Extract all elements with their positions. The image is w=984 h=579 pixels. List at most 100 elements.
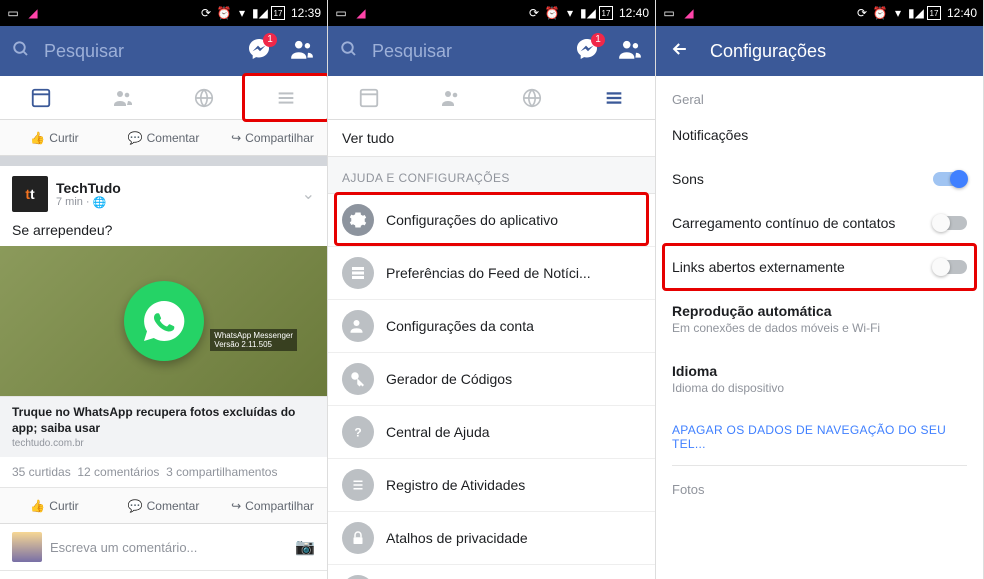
wa-version-label: WhatsApp MessengerVersão 2.11.505 (210, 329, 297, 351)
feed-gap (0, 156, 327, 166)
nav-tabs (328, 76, 655, 120)
highlight-external-links (662, 243, 977, 291)
status-bar: ▭ ◢ ⟳ ⏰ ▾ ▮◢ 17 12:40 (656, 0, 983, 26)
battery-icon: 17 (271, 6, 285, 20)
related-links[interactable]: 1 links relacionados (0, 570, 327, 579)
avatar[interactable]: tt (12, 176, 48, 212)
key-icon (342, 363, 374, 395)
friend-requests-icon[interactable] (289, 36, 315, 67)
search-icon[interactable] (12, 40, 32, 63)
badge-count: 1 (263, 33, 277, 47)
section-general: Geral (656, 76, 983, 113)
comment-button[interactable]: 💬Comentar (109, 120, 218, 155)
whatsapp-icon (124, 281, 204, 361)
tab-notifications[interactable] (492, 76, 574, 119)
tab-newsfeed[interactable] (0, 76, 82, 119)
messenger-icon[interactable]: 1 (247, 37, 271, 66)
share-icon: ↪ (231, 131, 241, 145)
settings-sounds[interactable]: Sons (656, 157, 983, 201)
person-gear-icon (342, 310, 374, 342)
app-icon: ◢ (354, 6, 368, 20)
tab-friends[interactable] (410, 76, 492, 119)
badge-count: 1 (591, 33, 605, 47)
share-icon: ↪ (231, 499, 241, 513)
document-icon (342, 575, 374, 579)
menu-item-feed-prefs[interactable]: Preferências do Feed de Notíci... (328, 247, 655, 300)
list-icon (342, 469, 374, 501)
tab-friends[interactable] (82, 76, 164, 119)
post-text: Se arrependeu? (0, 222, 327, 246)
see-all-button[interactable]: Ver tudo (328, 120, 655, 157)
alarm-icon: ⏰ (217, 6, 231, 20)
share-button[interactable]: ↪Compartilhar (218, 488, 327, 523)
screen-feed: ▭ ◢ ⟳ ⏰ ▾ ▮◢ 17 12:39 Pesquisar 1 (0, 0, 328, 579)
search-input[interactable]: Pesquisar (372, 41, 575, 62)
menu-item-activity-log[interactable]: Registro de Atividades (328, 459, 655, 512)
back-icon[interactable] (670, 39, 690, 64)
comment-button[interactable]: 💬Comentar (109, 488, 218, 523)
notif-icon: ▭ (6, 6, 20, 20)
link-card[interactable]: Truque no WhatsApp recupera fotos excluí… (0, 396, 327, 457)
sync-icon: ⟳ (199, 6, 213, 20)
settings-language[interactable]: Idioma Idioma do dispositivo (656, 349, 983, 409)
feed-icon (342, 257, 374, 289)
highlight-app-settings (334, 192, 649, 246)
settings-contacts-sync[interactable]: Carregamento contínuo de contatos (656, 201, 983, 245)
menu-item-code-generator[interactable]: Gerador de Códigos (328, 353, 655, 406)
user-avatar[interactable] (12, 532, 42, 562)
like-button[interactable]: 👍Curtir (0, 488, 109, 523)
page-title: Configurações (710, 41, 826, 62)
settings-header: Configurações (656, 26, 983, 76)
screen-menu: ▭ ◢ ⟳ ⏰ ▾ ▮◢ 17 12:40 Pesquisar 1 (328, 0, 656, 579)
search-icon[interactable] (340, 40, 360, 63)
signal-icon: ▮◢ (909, 6, 923, 20)
section-photos: Fotos (656, 466, 983, 503)
toggle-contacts[interactable] (933, 216, 967, 230)
camera-icon[interactable]: 📷 (295, 537, 315, 557)
tab-notifications[interactable] (164, 76, 246, 119)
menu-item-help-center[interactable]: ? Central de Ajuda (328, 406, 655, 459)
menu-item-terms[interactable]: Termos & Políticas (328, 565, 655, 579)
nav-tabs (0, 76, 327, 120)
globe-icon: 🌐 (93, 196, 107, 209)
settings-notifications[interactable]: Notificações (656, 113, 983, 157)
battery-icon: 17 (927, 6, 941, 20)
post-time: 7 min · 🌐 (56, 196, 294, 209)
messenger-icon[interactable]: 1 (575, 37, 599, 66)
search-input[interactable]: Pesquisar (44, 41, 247, 62)
post-actions-bottom: 👍Curtir 💬Comentar ↪Compartilhar (0, 488, 327, 524)
clear-browsing-data[interactable]: APAGAR OS DADOS DE NAVEGAÇÃO DO SEU TEL.… (656, 409, 983, 465)
like-button[interactable]: 👍Curtir (0, 120, 109, 155)
chevron-down-icon[interactable]: ⌄ (302, 184, 315, 204)
tab-newsfeed[interactable] (328, 76, 410, 119)
post-author[interactable]: TechTudo (56, 180, 294, 196)
like-icon: 👍 (30, 131, 45, 145)
menu-item-privacy[interactable]: Atalhos de privacidade (328, 512, 655, 565)
screen-settings: ▭ ◢ ⟳ ⏰ ▾ ▮◢ 17 12:40 Configurações Gera… (656, 0, 984, 579)
share-button[interactable]: ↪Compartilhar (218, 120, 327, 155)
link-title: Truque no WhatsApp recupera fotos excluí… (12, 405, 315, 436)
app-icon: ◢ (26, 6, 40, 20)
like-icon: 👍 (30, 499, 45, 513)
menu-item-account-settings[interactable]: Configurações da conta (328, 300, 655, 353)
post-stats[interactable]: 35 curtidas 12 comentários 3 compartilha… (0, 457, 327, 488)
svg-text:?: ? (354, 426, 361, 440)
clock: 12:40 (947, 6, 977, 20)
clock: 12:40 (619, 6, 649, 20)
link-domain: techtudo.com.br (12, 438, 315, 449)
signal-icon: ▮◢ (581, 6, 595, 20)
app-icon: ◢ (682, 6, 696, 20)
fb-header: Pesquisar 1 (328, 26, 655, 76)
toggle-sounds[interactable] (933, 172, 967, 186)
tab-menu[interactable] (245, 76, 327, 119)
comment-box: Escreva um comentário... 📷 (0, 524, 327, 570)
clock: 12:39 (291, 6, 321, 20)
alarm-icon: ⏰ (873, 6, 887, 20)
fb-header: Pesquisar 1 (0, 26, 327, 76)
friend-requests-icon[interactable] (617, 36, 643, 67)
comment-input[interactable]: Escreva um comentário... (50, 540, 287, 555)
settings-autoplay[interactable]: Reprodução automática Em conexões de dad… (656, 289, 983, 349)
tab-menu[interactable] (573, 76, 655, 119)
post-image[interactable]: WhatsApp MessengerVersão 2.11.505 (0, 246, 327, 396)
alarm-icon: ⏰ (545, 6, 559, 20)
